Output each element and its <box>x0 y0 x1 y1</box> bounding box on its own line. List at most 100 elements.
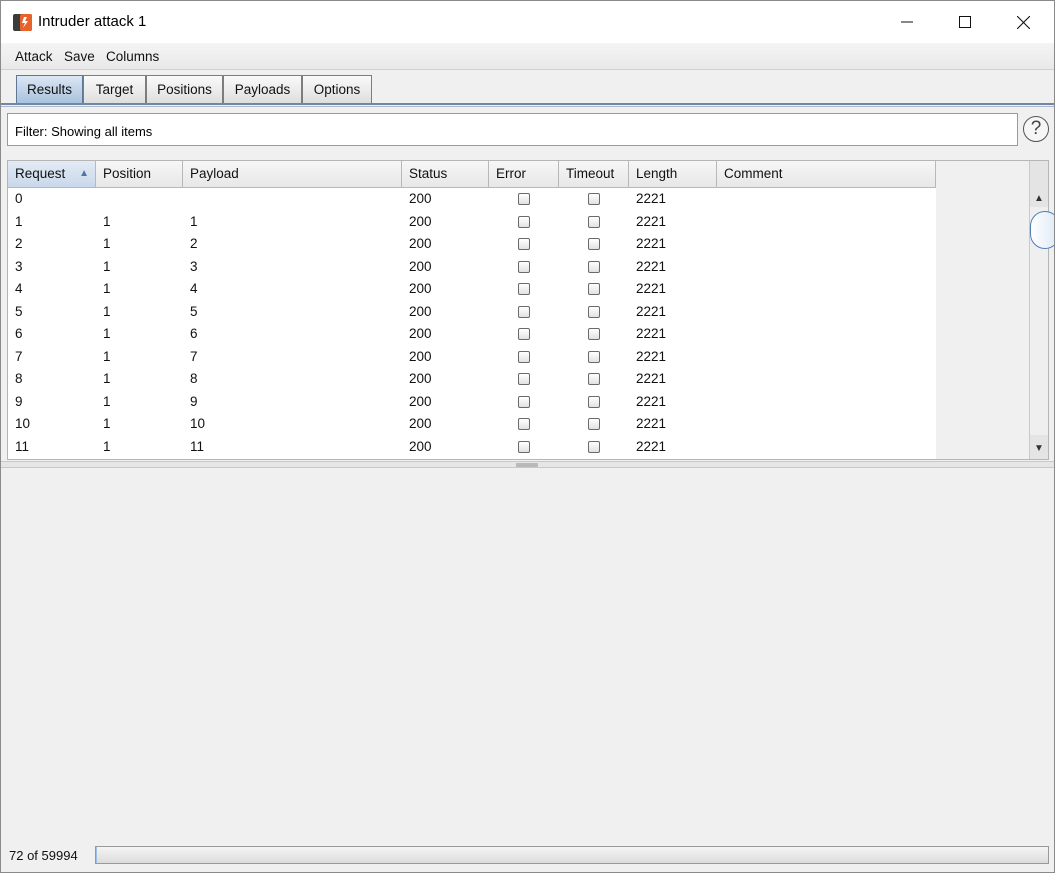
cell-length: 2221 <box>636 236 667 251</box>
filter-bar[interactable]: Filter: Showing all items <box>7 113 1018 146</box>
table-empty-area <box>936 161 1029 459</box>
table-row[interactable]: 8 1 8 200 2221 <box>8 368 936 391</box>
table-row[interactable]: 2 1 2 200 2221 <box>8 233 936 256</box>
scroll-down-button[interactable]: ▼ <box>1030 439 1048 457</box>
column-header-payload[interactable]: Payload <box>183 161 402 187</box>
error-checkbox <box>518 283 530 295</box>
cell-position: 1 <box>103 236 111 251</box>
timeout-checkbox <box>588 395 600 408</box>
cell-comment <box>717 368 724 391</box>
column-header-status[interactable]: Status <box>402 161 489 187</box>
timeout-checkbox <box>588 305 600 318</box>
cell-comment <box>717 188 724 211</box>
column-header-comment[interactable]: Comment <box>717 161 936 187</box>
cell-length: 2221 <box>636 438 667 454</box>
cell-length: 2221 <box>636 258 667 274</box>
close-button[interactable] <box>994 1 1052 43</box>
error-checkbox <box>518 418 530 430</box>
tab-strip-border-lower <box>1 106 1054 107</box>
minimize-icon <box>901 21 913 23</box>
cell-status: 200 <box>409 393 432 409</box>
table-row[interactable]: 11 1 11 200 2221 <box>8 436 936 459</box>
scroll-thumb[interactable] <box>1030 211 1054 249</box>
filter-label: Filter: Showing all items <box>15 124 153 139</box>
cell-request: 10 <box>15 416 31 431</box>
cell-payload: 3 <box>190 258 198 274</box>
splitter-grip-icon[interactable] <box>516 463 538 467</box>
cell-comment <box>717 301 724 324</box>
detail-pane <box>1 468 1054 843</box>
title-bar[interactable]: Intruder attack 1 <box>1 1 1054 43</box>
cell-comment <box>717 211 724 234</box>
error-checkbox <box>518 193 530 205</box>
tab-positions[interactable]: Positions <box>146 75 223 103</box>
cell-length: 2221 <box>636 416 667 431</box>
cell-payload: 1 <box>190 213 198 229</box>
timeout-checkbox <box>588 260 600 273</box>
column-header-length[interactable]: Length <box>629 161 717 187</box>
burp-intruder-icon <box>13 14 32 31</box>
cell-payload: 8 <box>190 371 198 386</box>
timeout-checkbox <box>588 215 600 228</box>
timeout-checkbox <box>588 238 600 250</box>
cell-payload: 6 <box>190 326 198 341</box>
help-icon: ? <box>1030 118 1042 139</box>
cell-position: 1 <box>103 416 111 431</box>
cell-position: 1 <box>103 213 111 229</box>
help-button[interactable]: ? <box>1023 116 1049 142</box>
cell-request: 1 <box>15 213 23 229</box>
error-checkbox <box>518 260 530 273</box>
cell-payload: 9 <box>190 393 198 409</box>
cell-status: 200 <box>409 213 432 229</box>
menu-attack[interactable]: Attack <box>15 49 53 64</box>
cell-payload <box>183 188 190 211</box>
pane-splitter[interactable] <box>1 461 1054 468</box>
menu-columns[interactable]: Columns <box>106 49 159 64</box>
error-checkbox <box>518 440 530 453</box>
table-row[interactable]: 7 1 7 200 2221 <box>8 346 936 369</box>
vertical-scrollbar[interactable]: ▲ ▼ <box>1029 161 1054 459</box>
cell-position <box>96 188 103 211</box>
cell-payload: 5 <box>190 303 198 319</box>
tab-target[interactable]: Target <box>83 75 146 103</box>
cell-request: 6 <box>15 326 23 341</box>
timeout-checkbox <box>588 418 600 430</box>
cell-comment <box>717 391 724 414</box>
column-header-position[interactable]: Position <box>96 161 183 187</box>
cell-length: 2221 <box>636 326 667 341</box>
table-row[interactable]: 6 1 6 200 2221 <box>8 323 936 346</box>
error-checkbox <box>518 373 530 385</box>
cell-comment <box>717 256 724 279</box>
cell-request: 4 <box>15 281 23 296</box>
menu-bar: Attack Save Columns <box>1 43 1054 70</box>
tab-results[interactable]: Results <box>16 75 83 103</box>
table-row[interactable]: 5 1 5 200 2221 <box>8 301 936 324</box>
error-checkbox <box>518 395 530 408</box>
cell-payload: 10 <box>190 416 206 431</box>
minimize-button[interactable] <box>878 1 936 43</box>
attack-progress-bar <box>95 846 1049 864</box>
maximize-button[interactable] <box>936 1 994 43</box>
column-header-error[interactable]: Error <box>489 161 559 187</box>
cell-status: 200 <box>409 438 432 454</box>
scroll-up-button[interactable]: ▲ <box>1030 189 1048 207</box>
table-row[interactable]: 0 200 2221 <box>8 188 936 211</box>
column-header-request[interactable]: Request ▲ <box>8 161 96 187</box>
tab-payloads[interactable]: Payloads <box>223 75 302 103</box>
table-row[interactable]: 10 1 10 200 2221 <box>8 413 936 436</box>
table-row[interactable]: 9 1 9 200 2221 <box>8 391 936 414</box>
cell-request: 7 <box>15 348 23 364</box>
cell-comment <box>717 346 724 369</box>
table-row[interactable]: 4 1 4 200 2221 <box>8 278 936 301</box>
tab-options[interactable]: Options <box>302 75 372 103</box>
column-header-timeout[interactable]: Timeout <box>559 161 629 187</box>
cell-status: 200 <box>409 303 432 319</box>
cell-status: 200 <box>409 281 432 296</box>
menu-save[interactable]: Save <box>64 49 95 64</box>
table-row[interactable]: 3 1 3 200 2221 <box>8 256 936 279</box>
table-row[interactable]: 1 1 1 200 2221 <box>8 211 936 234</box>
timeout-checkbox <box>588 193 600 205</box>
cell-position: 1 <box>103 303 111 319</box>
cell-position: 1 <box>103 258 111 274</box>
request-count: 72 of 59994 <box>9 848 78 863</box>
